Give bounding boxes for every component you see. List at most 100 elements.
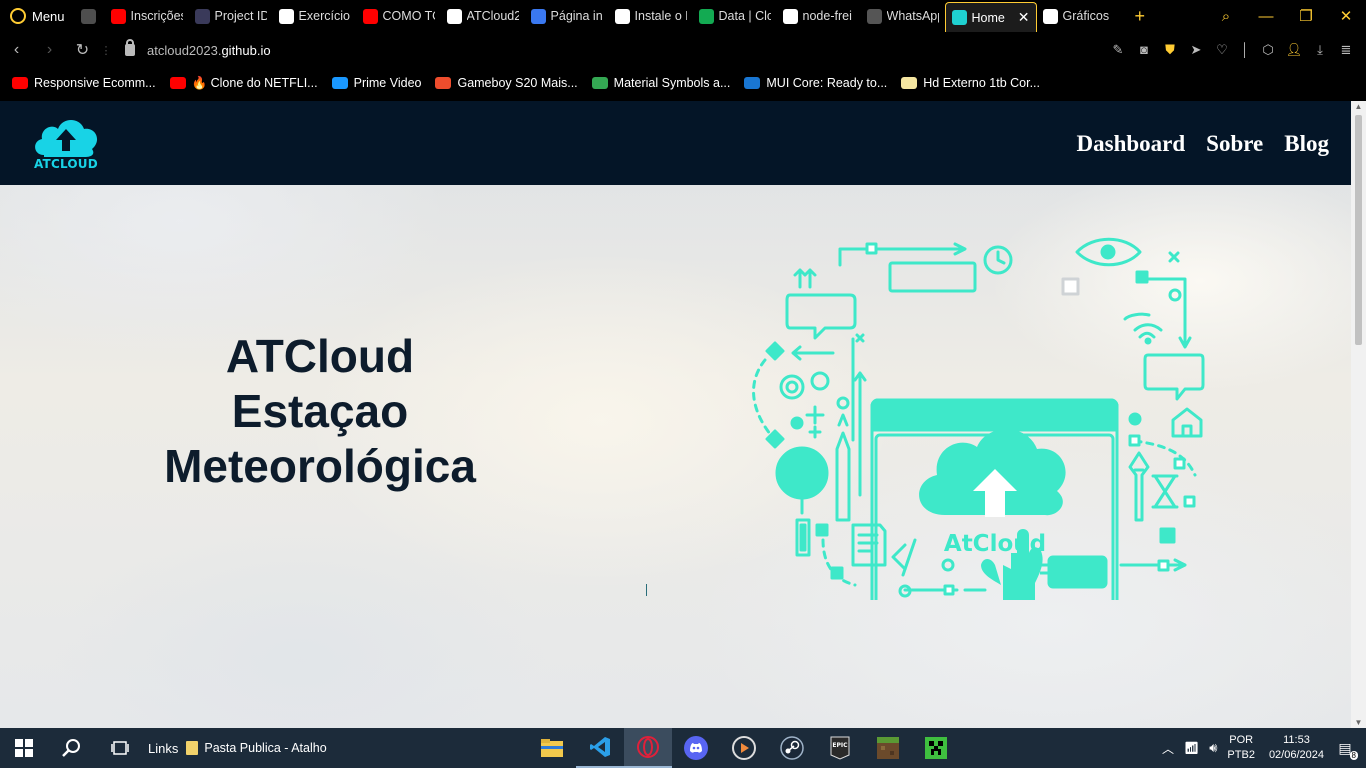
windows-start-icon[interactable] (0, 728, 48, 768)
bookmark-item[interactable]: Responsive Ecomm... (12, 76, 156, 90)
steam-icon[interactable] (768, 728, 816, 768)
browser-tab[interactable]: Home ✕ (944, 2, 1037, 32)
browser-tab[interactable]: Data | Clo (693, 2, 777, 30)
task-view-icon[interactable] (96, 728, 144, 768)
taskbar-links-toolbar[interactable]: Links (148, 741, 178, 756)
logo-text: ATCLOUD (34, 157, 98, 171)
url-host: atcloud2023. (147, 42, 222, 58)
language-indicator[interactable]: POR PTB2 (1227, 733, 1255, 763)
edit-icon[interactable]: ✎ (1108, 42, 1128, 58)
menu-label: Menu (32, 8, 65, 24)
browser-tab[interactable]: Project ID (189, 2, 273, 30)
opera-menu-button[interactable]: Menu (0, 0, 75, 32)
vpn-shield-icon[interactable]: ⛊ (1160, 42, 1180, 58)
maximize-icon[interactable]: ❐ (1286, 7, 1326, 25)
page-scrollbar[interactable]: ▲ ▼ (1351, 101, 1366, 728)
bookmark-item[interactable]: Hd Externo 1tb Cor... (901, 76, 1040, 90)
bookmark-item[interactable]: 🔥 Clone do NETFLI... (169, 75, 318, 91)
browser-tab[interactable]: COMO TO (357, 2, 441, 30)
browser-tab[interactable]: Página ini (525, 2, 609, 30)
windows-taskbar: Links Pasta Publica - Atalho EPIC ︿ 📶︎ 🔊… (0, 728, 1366, 768)
minimize-icon[interactable]: — (1246, 8, 1286, 25)
vscode-icon[interactable] (576, 728, 624, 768)
browser-tab[interactable]: Inscrições (105, 2, 189, 30)
nav-link-dashboard[interactable]: Dashboard (1077, 131, 1186, 157)
bookmark-label: 🔥 Clone do NETFLI... (191, 75, 318, 90)
bookmark-item[interactable]: MUI Core: Ready to... (744, 76, 887, 90)
reload-icon[interactable]: ↻ (66, 40, 99, 60)
snapshot-icon[interactable]: ◙ (1134, 42, 1154, 58)
network-icon[interactable]: 📶︎ (1184, 741, 1199, 755)
scroll-up-icon[interactable]: ▲ (1354, 102, 1363, 111)
browser-tab[interactable]: Instale o E (609, 2, 693, 30)
close-window-icon[interactable]: ✕ (1326, 7, 1366, 25)
media-player-icon[interactable] (720, 728, 768, 768)
creeper-icon[interactable] (912, 728, 960, 768)
heart-icon[interactable]: ♡ (1212, 42, 1232, 58)
window-controls: ⌕ — ❐ ✕ (1206, 7, 1366, 26)
browser-tab[interactable]: WhatsApp (861, 2, 945, 30)
search-tabs-icon[interactable]: ⌕ (1206, 8, 1246, 25)
nav-link-sobre[interactable]: Sobre (1206, 131, 1263, 157)
address-bar-tools: ✎ ◙ ⛊ ➤ ♡ │ ⬡ 👤︎ ⤓ ≣ (1108, 42, 1366, 58)
bookmark-label: Gameboy S20 Mais... (457, 76, 578, 90)
mercado-livre-icon (901, 77, 918, 89)
tab-title: Data | Clo (718, 9, 771, 23)
minecraft-icon[interactable] (864, 728, 912, 768)
bookmark-item[interactable]: Material Symbols a... (591, 76, 730, 90)
cloud-technology-illustration: AtCloud (752, 237, 1205, 600)
easy-setup-icon[interactable]: ≣ (1336, 42, 1356, 58)
site-navbar: ATCLOUD Dashboard Sobre Blog (0, 101, 1351, 185)
file-explorer-icon[interactable] (528, 728, 576, 768)
new-tab-icon[interactable]: + (1121, 6, 1160, 27)
text-caret (646, 584, 647, 596)
tab-title: node-frei (802, 9, 852, 23)
close-tab-icon[interactable]: ✕ (1018, 9, 1030, 26)
back-icon[interactable]: ‹ (0, 41, 33, 59)
download-icon[interactable]: ⤓ (1310, 42, 1330, 58)
discord-icon[interactable] (672, 728, 720, 768)
browser-tab[interactable]: node-frei (777, 2, 861, 30)
scrollbar-thumb[interactable] (1355, 115, 1362, 345)
folder-icon (186, 741, 199, 755)
browser-tab[interactable]: ATCloud20 (441, 2, 525, 30)
opera-icon[interactable] (624, 728, 672, 768)
separator-icon: │ (1240, 42, 1250, 57)
folder-shortcut-label: Pasta Publica - Atalho (204, 741, 327, 755)
bookmarks-bar: Responsive Ecomm... 🔥 Clone do NETFLI... P… (0, 68, 1366, 98)
forward-icon[interactable]: › (33, 41, 66, 59)
system-tray: ︿ 📶︎ 🔊︎ POR PTB2 11:53 02/06/2024 ▤ 8 (1162, 728, 1366, 768)
show-hidden-icons-icon[interactable]: ︿ (1162, 740, 1174, 757)
notification-center-icon[interactable]: ▤ 8 (1334, 737, 1358, 760)
google-fonts-icon (591, 77, 608, 89)
github-icon (446, 8, 462, 24)
notification-count: 8 (1349, 751, 1358, 760)
browser-tab[interactable]: Exercício (273, 2, 357, 30)
bookmark-label: Responsive Ecomm... (34, 76, 156, 90)
url-field[interactable]: atcloud2023.github.io (125, 39, 271, 58)
browser-tab[interactable]: Gráficos (1037, 2, 1121, 30)
send-icon[interactable]: ➤ (1186, 42, 1206, 58)
tab-title: WhatsApp (886, 9, 939, 23)
play-icon (278, 8, 294, 24)
taskbar-apps: EPIC (528, 728, 960, 768)
project-icon (194, 8, 210, 24)
extensions-cube-icon[interactable]: ⬡ (1258, 42, 1278, 58)
mui-icon (744, 77, 761, 89)
cloud-icon (951, 10, 967, 25)
search-icon[interactable] (48, 728, 96, 768)
browser-tab-strip: Menu Inscrições Project ID Exercício COMO T… (0, 0, 1366, 32)
epic-games-icon[interactable]: EPIC (816, 728, 864, 768)
clock[interactable]: 11:53 02/06/2024 (1269, 733, 1324, 763)
taskbar-folder-shortcut[interactable]: Pasta Publica - Atalho (186, 741, 327, 755)
page-viewport: ATCLOUD Dashboard Sobre Blog ATCloud Est… (0, 101, 1351, 728)
tab-title: ATCloud20 (466, 9, 519, 23)
scroll-down-icon[interactable]: ▼ (1354, 718, 1363, 727)
svg-text:EPIC: EPIC (832, 742, 848, 749)
browser-tab[interactable] (75, 2, 105, 30)
bookmark-item[interactable]: Prime Video (331, 76, 421, 90)
bookmark-item[interactable]: Gameboy S20 Mais... (435, 76, 578, 90)
volume-icon[interactable]: 🔊︎ (1209, 740, 1217, 756)
nav-link-blog[interactable]: Blog (1284, 131, 1329, 157)
profile-icon[interactable]: 👤︎ (1284, 42, 1304, 58)
